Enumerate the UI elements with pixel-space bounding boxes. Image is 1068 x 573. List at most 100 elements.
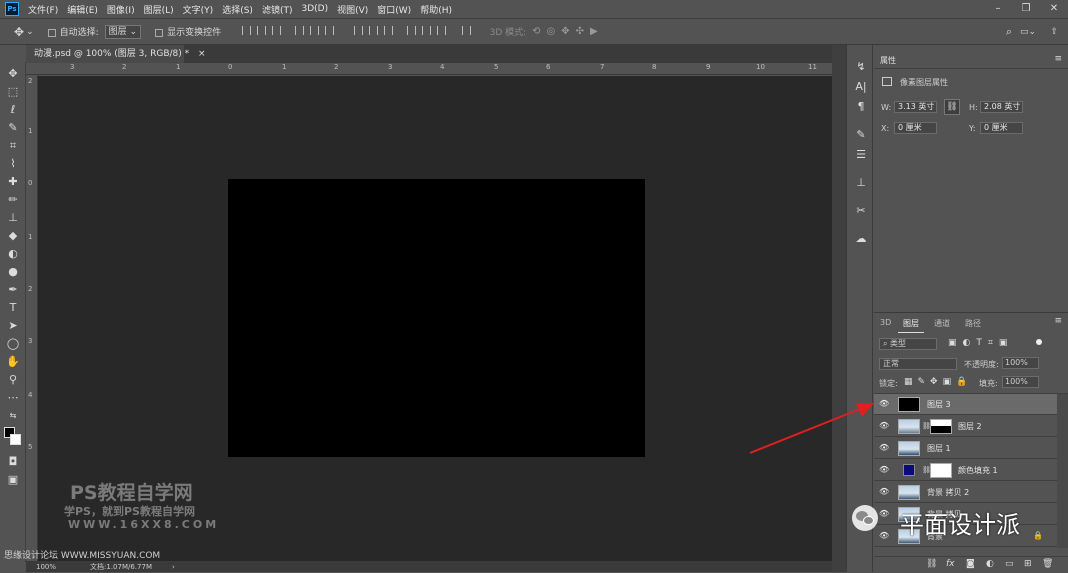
auto-select-dropdown[interactable]: 图层 ⌄ — [104, 24, 142, 39]
zoom-level[interactable]: 100% — [36, 563, 56, 571]
menu-edit[interactable]: 编辑(E) — [67, 3, 98, 16]
healing-brush-tool-icon[interactable]: ✚ — [3, 174, 23, 190]
clone-stamp-tool-icon[interactable]: ⊥ — [3, 210, 23, 226]
document-canvas[interactable] — [228, 179, 645, 457]
distribute-right-icon[interactable] — [436, 25, 446, 35]
close-window-icon[interactable]: ✕ — [1040, 0, 1068, 18]
menu-view[interactable]: 视图(V) — [337, 3, 368, 16]
menu-window[interactable]: 窗口(W) — [377, 3, 411, 16]
filter-toggle-icon[interactable] — [1036, 339, 1042, 345]
filter-icons[interactable]: ▣◐T⌗▣ — [948, 338, 1013, 348]
gradient-tool-icon[interactable]: ◐ — [3, 246, 23, 262]
layer-row-color-fill[interactable]: 👁 ⛓ 颜色填充 1 — [874, 460, 1057, 481]
layer-row-layer3[interactable]: 👁 图层 3 — [874, 394, 1057, 415]
eraser-tool-icon[interactable]: ◆ — [3, 228, 23, 244]
close-tab-icon[interactable]: × — [198, 49, 206, 59]
workspace-icon[interactable]: ▭⌄ — [1020, 27, 1036, 37]
link-layers-icon[interactable]: ⛓ — [926, 559, 937, 569]
show-transform-checkbox[interactable]: 显示变换控件 — [155, 25, 221, 38]
history-icon[interactable]: ↯ — [852, 59, 870, 75]
eye-icon[interactable]: 👁 — [879, 465, 889, 475]
screen-mode-icon[interactable]: ▣ — [3, 472, 23, 488]
fill-field[interactable]: 100% — [1002, 376, 1039, 388]
layer-mask-thumbnail[interactable] — [930, 463, 952, 478]
new-group-icon[interactable]: ▭ — [1005, 559, 1014, 569]
align-top-icon[interactable] — [242, 25, 252, 35]
clone-source-icon[interactable]: ⊥ — [852, 175, 870, 191]
brush-tool-icon[interactable]: ✏ — [3, 192, 23, 208]
y-field[interactable]: 0 厘米 — [980, 122, 1023, 134]
background-color-swatch[interactable] — [10, 434, 21, 445]
minimize-icon[interactable]: – — [984, 0, 1012, 18]
properties-tab[interactable]: 属性 — [880, 55, 896, 66]
share-icon[interactable]: ⇧ — [1050, 27, 1058, 37]
libraries-icon[interactable]: ☁ — [852, 231, 870, 247]
lasso-tool-icon[interactable]: ℓ — [3, 102, 23, 118]
layers-scrollbar[interactable] — [1057, 394, 1068, 548]
more-tools-icon[interactable]: ⋯ — [3, 390, 23, 406]
path-select-tool-icon[interactable]: ➤ — [3, 318, 23, 334]
add-mask-icon[interactable]: ◙ — [966, 559, 975, 569]
tab-channels[interactable]: 通道 — [934, 318, 950, 329]
search-icon[interactable]: ⌕ — [1006, 25, 1012, 39]
align-vcenter-icon[interactable] — [257, 25, 267, 35]
quick-select-tool-icon[interactable]: ✎ — [3, 120, 23, 136]
distribute-bottom-icon[interactable] — [383, 25, 393, 35]
menu-layer[interactable]: 图层(L) — [144, 3, 174, 16]
eye-icon[interactable]: 👁 — [879, 399, 889, 409]
eye-icon[interactable]: 👁 — [879, 443, 889, 453]
menu-help[interactable]: 帮助(H) — [420, 3, 452, 16]
hand-tool-icon[interactable]: ✋ — [3, 354, 23, 370]
layer-row-layer1[interactable]: 👁 图层 1 — [874, 438, 1057, 459]
layer-mask-thumbnail[interactable] — [930, 419, 952, 434]
photoshop-logo[interactable]: Ps — [5, 2, 19, 16]
shape-tool-icon[interactable]: ◯ — [3, 336, 23, 352]
status-arrow-icon[interactable]: › — [172, 563, 175, 571]
eye-icon[interactable]: 👁 — [879, 421, 889, 431]
distribute-vcenter-icon[interactable] — [368, 25, 378, 35]
tab-paths[interactable]: 路径 — [965, 318, 981, 329]
quick-mask-icon[interactable]: ◘ — [3, 454, 23, 470]
paragraph-icon[interactable]: ¶ — [852, 99, 870, 115]
distribute-left-icon[interactable] — [406, 25, 416, 35]
character-icon[interactable]: A| — [852, 79, 870, 95]
adjustments-icon[interactable]: ☰ — [852, 147, 870, 163]
opacity-field[interactable]: 100% — [1002, 357, 1039, 369]
adjustment-layer-icon[interactable]: ◐ — [986, 559, 994, 569]
auto-align-icon[interactable] — [461, 25, 471, 35]
layers-menu-icon[interactable]: ≡ — [1054, 316, 1062, 326]
menu-file[interactable]: 文件(F) — [28, 3, 58, 16]
menu-select[interactable]: 选择(S) — [222, 3, 253, 16]
width-field[interactable]: 3.13 英寸 — [894, 101, 937, 113]
auto-select-checkbox[interactable]: 自动选择: — [47, 25, 99, 38]
menu-filter[interactable]: 滤镜(T) — [262, 3, 293, 16]
align-hcenter-icon[interactable] — [309, 25, 319, 35]
menu-type[interactable]: 文字(Y) — [183, 3, 214, 16]
x-field[interactable]: 0 厘米 — [894, 122, 937, 134]
crop-tool-icon[interactable]: ⌗ — [3, 138, 23, 154]
marquee-tool-icon[interactable]: ⬚ — [3, 84, 23, 100]
color-fill-swatch[interactable] — [903, 464, 915, 476]
align-bottom-icon[interactable] — [272, 25, 282, 35]
document-tab[interactable]: 动漫.psd @ 100% (图层 3, RGB/8) * × — [26, 45, 206, 63]
new-layer-icon[interactable]: ⊞ — [1024, 559, 1032, 569]
align-right-icon[interactable] — [324, 25, 334, 35]
trash-icon[interactable]: 🗑 — [1042, 559, 1053, 569]
eyedropper-tool-icon[interactable]: ⌇ — [3, 156, 23, 172]
restore-icon[interactable]: ❐ — [1012, 0, 1040, 18]
brush-settings-icon[interactable]: ✎ — [852, 127, 870, 143]
eye-icon[interactable]: 👁 — [879, 509, 889, 519]
eye-icon[interactable]: 👁 — [879, 531, 889, 541]
menu-3d[interactable]: 3D(D) — [301, 4, 328, 14]
distribute-top-icon[interactable] — [353, 25, 363, 35]
menu-image[interactable]: 图像(I) — [107, 3, 135, 16]
move-tool-icon[interactable]: ✥ — [3, 66, 23, 82]
chevron-down-icon[interactable]: ⌄ — [26, 27, 34, 37]
align-left-icon[interactable] — [294, 25, 304, 35]
tool-presets-icon[interactable]: ✂ — [852, 203, 870, 219]
dodge-tool-icon[interactable]: ● — [3, 264, 23, 280]
swap-colors-icon[interactable]: ⇆ — [3, 408, 23, 424]
tab-3d[interactable]: 3D — [880, 318, 891, 327]
fx-icon[interactable]: fx — [946, 559, 955, 569]
layer-filter-dropdown[interactable]: ⌕ 类型 — [879, 338, 937, 350]
